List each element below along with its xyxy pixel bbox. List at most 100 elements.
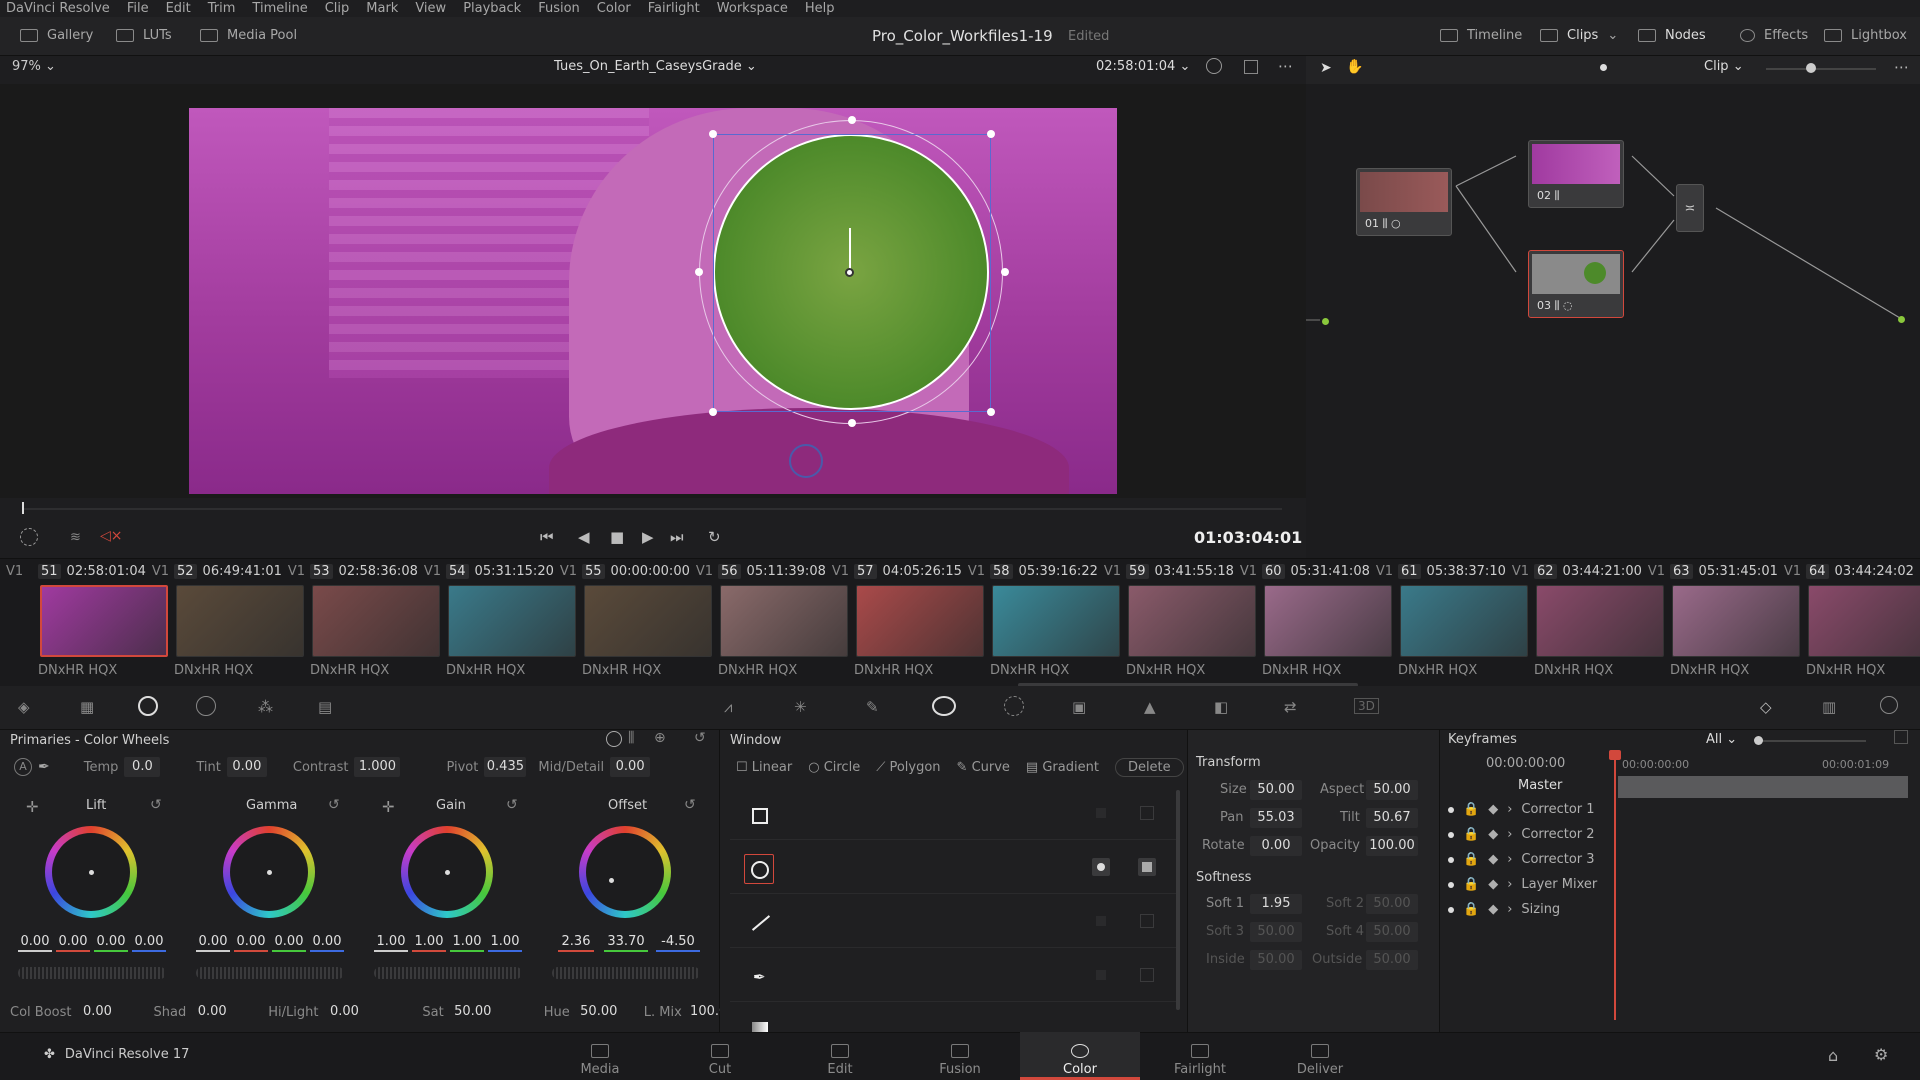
clip-thumbnail[interactable] [1128,585,1256,657]
skip-back-icon[interactable]: ⏮ [540,528,554,546]
page-color[interactable]: Color [1020,1032,1140,1080]
loop-playback-icon[interactable]: ↻ [708,528,721,546]
window-row-polygon[interactable] [730,896,1176,948]
video-frame[interactable] [189,108,1117,494]
menu-trim[interactable]: Trim [200,1,245,16]
gain-master-wheel[interactable] [374,967,522,979]
linear-invert-icon[interactable] [1096,808,1106,818]
lift-y[interactable]: 0.00 [18,932,52,952]
magic-mask-icon[interactable]: ▣ [1072,698,1086,716]
stop-icon[interactable]: ■ [610,528,624,546]
hue-field[interactable]: 50.00 [576,1002,622,1022]
clip-thumbnail[interactable] [720,585,848,657]
page-fusion[interactable]: Fusion [900,1032,1020,1080]
menu-workspace[interactable]: Workspace [709,1,797,16]
gamma-g[interactable]: 0.00 [272,932,306,952]
circle-mask-icon[interactable] [1138,858,1156,876]
scopes-icon[interactable]: ▥ [1822,698,1836,716]
pan-field[interactable]: 55.03 [1250,808,1302,828]
kf-row-layer-mixer[interactable]: 🔒 ◆ › Layer Mixer [1448,877,1597,892]
opacity-field[interactable]: 100.00 [1366,836,1418,856]
3d-icon[interactable]: 3D [1354,698,1379,714]
clip-thumbnail[interactable] [1264,585,1392,657]
clip-thumbnail[interactable] [40,585,168,657]
clip-name-select[interactable]: Tues_On_Earth_CaseysGrade ⌄ [554,59,757,74]
tint-field[interactable]: 0.00 [226,757,267,777]
gamma-b[interactable]: 0.00 [310,932,344,952]
kf-row-corrector2[interactable]: 🔒 ◆ › Corrector 2 [1448,827,1595,842]
sat-field[interactable]: 50.00 [450,1002,496,1022]
layer-mixer-node[interactable]: ≍ [1676,184,1704,232]
menu-app[interactable]: DaVinci Resolve [0,1,119,16]
lift-crosshair-icon[interactable]: ✛ [26,798,39,816]
clip-thumbnail[interactable] [584,585,712,657]
handle-right[interactable] [1001,268,1009,276]
soft3-field[interactable]: 50.00 [1250,922,1302,942]
lift-reset-icon[interactable]: ↺ [150,797,162,813]
curves-icon[interactable]: ⩘ [724,698,732,716]
picker-icon[interactable]: ✒ [38,759,50,775]
clip-thumbnail[interactable] [856,585,984,657]
clip-thumbnail[interactable] [448,585,576,657]
menu-clip[interactable]: Clip [317,1,359,16]
kf-row-corrector1[interactable]: 🔒 ◆ › Corrector 1 [1448,802,1595,817]
lift-g[interactable]: 0.00 [94,932,128,952]
gamma-y[interactable]: 0.00 [196,932,230,952]
offset-master-wheel[interactable] [552,967,700,979]
clip-thumbnail[interactable] [176,585,304,657]
page-fairlight[interactable]: Fairlight [1140,1032,1260,1080]
window-row-linear[interactable] [730,788,1176,840]
gamma-master-wheel[interactable] [196,967,344,979]
window-scrollbar[interactable] [1176,790,1180,1010]
soft4-field[interactable]: 50.00 [1366,922,1418,942]
colboost-field[interactable]: 0.00 [77,1002,117,1022]
polygon-mask-icon[interactable] [1140,914,1154,928]
gain-crosshair-icon[interactable]: ✛ [382,798,395,816]
source-port[interactable] [1322,318,1329,325]
hdr-wheels-icon[interactable] [196,696,216,716]
outside-field[interactable]: 50.00 [1366,950,1418,970]
shad-field[interactable]: 0.00 [192,1002,232,1022]
lift-r[interactable]: 0.00 [56,932,90,952]
menu-edit[interactable]: Edit [158,1,200,16]
node-02[interactable]: 02 ⫼ [1528,140,1624,208]
clip-thumbnail[interactable] [312,585,440,657]
curve-mask-icon[interactable] [1140,968,1154,982]
gain-r[interactable]: 1.00 [412,932,446,952]
page-media[interactable]: Media [540,1032,660,1080]
handle-bl[interactable] [709,408,717,416]
page-deliver[interactable]: Deliver [1260,1032,1380,1080]
info-icon[interactable] [1880,696,1898,714]
clip-thumbnail[interactable] [992,585,1120,657]
viewer-timecode[interactable]: 02:58:01:04 ⌄ [1096,59,1190,74]
primaries-reset-icon[interactable]: ↺ [694,730,706,746]
more-icon[interactable]: ⋯ [1278,57,1293,75]
soft1-field[interactable]: 1.95 [1250,894,1302,914]
lift-master-wheel[interactable] [18,967,166,979]
clip-thumbnail[interactable] [1400,585,1528,657]
fullscreen-icon[interactable] [1244,60,1258,74]
gamma-reset-icon[interactable]: ↺ [328,797,340,813]
window-row-circle[interactable] [730,842,1176,894]
linear-mask-icon[interactable] [1140,806,1154,820]
primaries-mode-log-icon[interactable]: ⊕ [654,730,666,746]
color-warper-icon[interactable]: ✳ [794,698,807,716]
keyframes-zoom-handle[interactable] [1754,736,1763,745]
zoom-select[interactable]: 97% ⌄ [12,59,56,74]
soft2-field[interactable]: 50.00 [1366,894,1418,914]
window-icon[interactable] [932,696,956,716]
kf-row-sizing[interactable]: 🔒 ◆ › Sizing [1448,902,1560,917]
polygon-button[interactable]: ⟋ Polygon [876,760,940,775]
mute-icon[interactable]: ◁× [100,528,123,544]
rgb-mixer-icon[interactable]: ⁂ [258,698,273,716]
temp-field[interactable]: 0.0 [124,757,161,777]
curve-button[interactable]: ✎ Curve [957,760,1010,775]
node-03[interactable]: 03 ⫼ ◌ [1528,250,1624,318]
window-row-curve[interactable]: ✒ [730,950,1176,1002]
clip-thumbnail[interactable] [1536,585,1664,657]
primaries-mode-bars-icon[interactable]: ⫼ [628,730,634,746]
keyframes-playhead[interactable] [1614,754,1616,1020]
center-handle[interactable] [845,268,854,277]
keyframes-panel-icon[interactable]: ◇ [1760,698,1772,716]
scrubber[interactable] [22,508,1282,510]
